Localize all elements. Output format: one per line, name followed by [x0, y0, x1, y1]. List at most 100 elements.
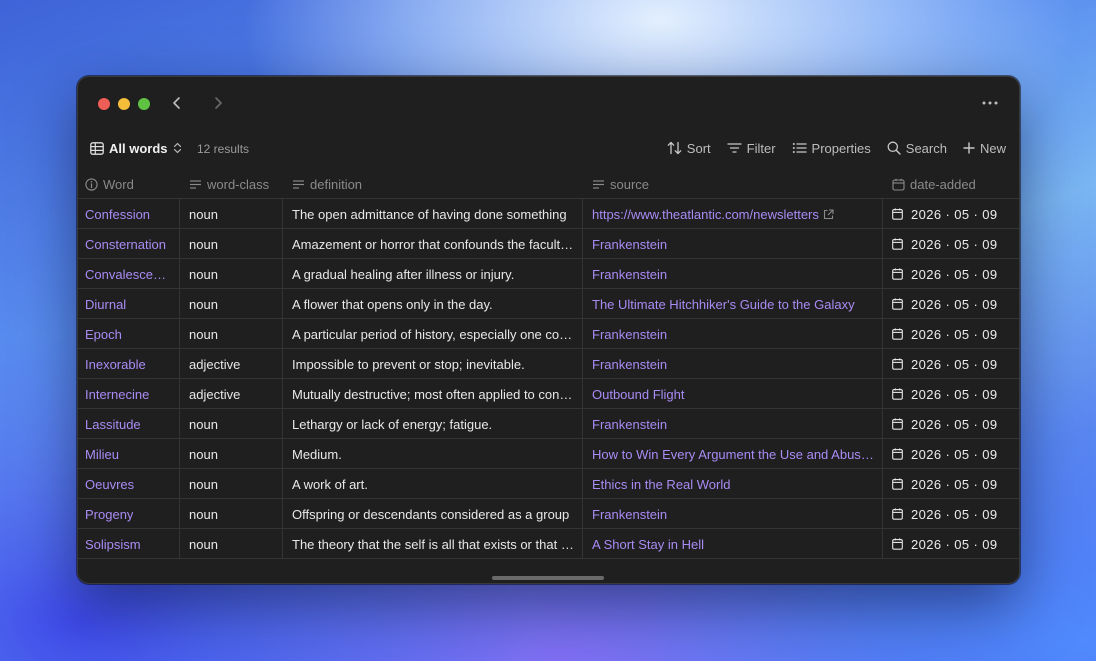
table-row[interactable]: Convalescence noun A gradual healing aft… — [78, 259, 1019, 289]
definition-cell[interactable]: A gradual healing after illness or injur… — [283, 259, 583, 289]
source-link[interactable]: Frankenstein — [592, 357, 667, 372]
source-cell[interactable]: Frankenstein — [583, 229, 883, 259]
column-header-word-class[interactable]: word-class — [180, 169, 283, 199]
table-row[interactable]: Inexorable adjective Impossible to preve… — [78, 349, 1019, 379]
source-cell[interactable]: Ethics in the Real World — [583, 469, 883, 499]
date-added-cell[interactable]: 2026 · 05 · 09 — [883, 499, 1019, 529]
table-row[interactable]: Lassitude noun Lethargy or lack of energ… — [78, 409, 1019, 439]
column-header-date-added[interactable]: date-added — [883, 169, 1019, 199]
definition-cell[interactable]: A particular period of history, especial… — [283, 319, 583, 349]
word-class-cell[interactable]: noun — [180, 439, 283, 469]
date-added-cell[interactable]: 2026 · 05 · 09 — [883, 469, 1019, 499]
source-link[interactable]: Frankenstein — [592, 237, 667, 252]
source-link[interactable]: A Short Stay in Hell — [592, 537, 704, 552]
table-row[interactable]: Oeuvres noun A work of art. Ethics in th… — [78, 469, 1019, 499]
source-link[interactable]: Frankenstein — [592, 267, 667, 282]
column-header-definition[interactable]: definition — [283, 169, 583, 199]
definition-cell[interactable]: A flower that opens only in the day. — [283, 289, 583, 319]
table-row[interactable]: Epoch noun A particular period of histor… — [78, 319, 1019, 349]
view-switcher[interactable]: All words — [90, 138, 182, 158]
horizontal-scrollbar[interactable] — [492, 576, 604, 580]
word-class-cell[interactable]: noun — [180, 289, 283, 319]
word-class-cell[interactable]: noun — [180, 229, 283, 259]
word-cell[interactable]: Internecine — [78, 379, 180, 409]
date-added-cell[interactable]: 2026 · 05 · 09 — [883, 319, 1019, 349]
date-added-cell[interactable]: 2026 · 05 · 09 — [883, 199, 1019, 229]
definition-cell[interactable]: Impossible to prevent or stop; inevitabl… — [283, 349, 583, 379]
column-header-word[interactable]: Word — [78, 169, 180, 199]
word-cell[interactable]: Convalescence — [78, 259, 180, 289]
source-cell[interactable]: Frankenstein — [583, 319, 883, 349]
table-row[interactable]: Diurnal noun A flower that opens only in… — [78, 289, 1019, 319]
definition-cell[interactable]: Medium. — [283, 439, 583, 469]
source-link[interactable]: Frankenstein — [592, 327, 667, 342]
word-cell[interactable]: Milieu — [78, 439, 180, 469]
definition-cell[interactable]: Amazement or horror that confounds the f… — [283, 229, 583, 259]
filter-button[interactable]: Filter — [726, 141, 776, 156]
table-row[interactable]: Consternation noun Amazement or horror t… — [78, 229, 1019, 259]
word-class-cell[interactable]: noun — [180, 499, 283, 529]
source-cell[interactable]: Frankenstein — [583, 259, 883, 289]
date-added-cell[interactable]: 2026 · 05 · 09 — [883, 259, 1019, 289]
properties-button[interactable]: Properties — [792, 141, 871, 156]
definition-cell[interactable]: Mutually destructive; most often applied… — [283, 379, 583, 409]
source-link[interactable]: https://www.theatlantic.com/newsletters — [592, 207, 819, 222]
source-link[interactable]: Frankenstein — [592, 507, 667, 522]
word-class-cell[interactable]: noun — [180, 409, 283, 439]
source-cell[interactable]: The Ultimate Hitchhiker's Guide to the G… — [583, 289, 883, 319]
zoom-window-button[interactable] — [138, 98, 150, 110]
word-cell[interactable]: Inexorable — [78, 349, 180, 379]
source-cell[interactable]: Frankenstein — [583, 409, 883, 439]
forward-button[interactable] — [207, 92, 229, 114]
word-class-cell[interactable]: adjective — [180, 379, 283, 409]
word-cell[interactable]: Epoch — [78, 319, 180, 349]
close-window-button[interactable] — [98, 98, 110, 110]
more-options-button[interactable] — [979, 93, 1001, 113]
source-link[interactable]: The Ultimate Hitchhiker's Guide to the G… — [592, 297, 855, 312]
word-cell[interactable]: Confession — [78, 199, 180, 229]
definition-cell[interactable]: The open admittance of having done somet… — [283, 199, 583, 229]
word-cell[interactable]: Consternation — [78, 229, 180, 259]
date-added-cell[interactable]: 2026 · 05 · 09 — [883, 439, 1019, 469]
word-cell[interactable]: Oeuvres — [78, 469, 180, 499]
definition-cell[interactable]: A work of art. — [283, 469, 583, 499]
word-class-cell[interactable]: noun — [180, 469, 283, 499]
table-row[interactable]: Milieu noun Medium. How to Win Every Arg… — [78, 439, 1019, 469]
source-link[interactable]: Outbound Flight — [592, 387, 685, 402]
column-header-source[interactable]: source — [583, 169, 883, 199]
source-cell[interactable]: A Short Stay in Hell — [583, 529, 883, 559]
word-class-cell[interactable]: noun — [180, 319, 283, 349]
source-cell[interactable]: Frankenstein — [583, 499, 883, 529]
table-row[interactable]: Solipsism noun The theory that the self … — [78, 529, 1019, 559]
word-class-cell[interactable]: noun — [180, 529, 283, 559]
date-added-cell[interactable]: 2026 · 05 · 09 — [883, 529, 1019, 559]
search-button[interactable]: Search — [887, 141, 947, 156]
date-added-cell[interactable]: 2026 · 05 · 09 — [883, 379, 1019, 409]
source-cell[interactable]: Frankenstein — [583, 349, 883, 379]
definition-cell[interactable]: Lethargy or lack of energy; fatigue. — [283, 409, 583, 439]
word-class-cell[interactable]: adjective — [180, 349, 283, 379]
word-class-cell[interactable]: noun — [180, 199, 283, 229]
external-link-icon[interactable] — [823, 208, 834, 220]
new-button[interactable]: New — [963, 141, 1006, 156]
word-cell[interactable]: Progeny — [78, 499, 180, 529]
word-cell[interactable]: Diurnal — [78, 289, 180, 319]
source-cell[interactable]: Outbound Flight — [583, 379, 883, 409]
word-cell[interactable]: Solipsism — [78, 529, 180, 559]
date-added-cell[interactable]: 2026 · 05 · 09 — [883, 229, 1019, 259]
date-added-cell[interactable]: 2026 · 05 · 09 — [883, 289, 1019, 319]
source-link[interactable]: Ethics in the Real World — [592, 477, 731, 492]
word-class-cell[interactable]: noun — [180, 259, 283, 289]
date-added-cell[interactable]: 2026 · 05 · 09 — [883, 349, 1019, 379]
source-link[interactable]: Frankenstein — [592, 417, 667, 432]
definition-cell[interactable]: The theory that the self is all that exi… — [283, 529, 583, 559]
table-row[interactable]: Progeny noun Offspring or descendants co… — [78, 499, 1019, 529]
source-link[interactable]: How to Win Every Argument the Use and Ab… — [592, 447, 875, 462]
source-cell[interactable]: How to Win Every Argument the Use and Ab… — [583, 439, 883, 469]
date-added-cell[interactable]: 2026 · 05 · 09 — [883, 409, 1019, 439]
sort-button[interactable]: Sort — [667, 141, 711, 156]
minimize-window-button[interactable] — [118, 98, 130, 110]
word-cell[interactable]: Lassitude — [78, 409, 180, 439]
table-row[interactable]: Confession noun The open admittance of h… — [78, 199, 1019, 229]
back-button[interactable] — [166, 92, 188, 114]
